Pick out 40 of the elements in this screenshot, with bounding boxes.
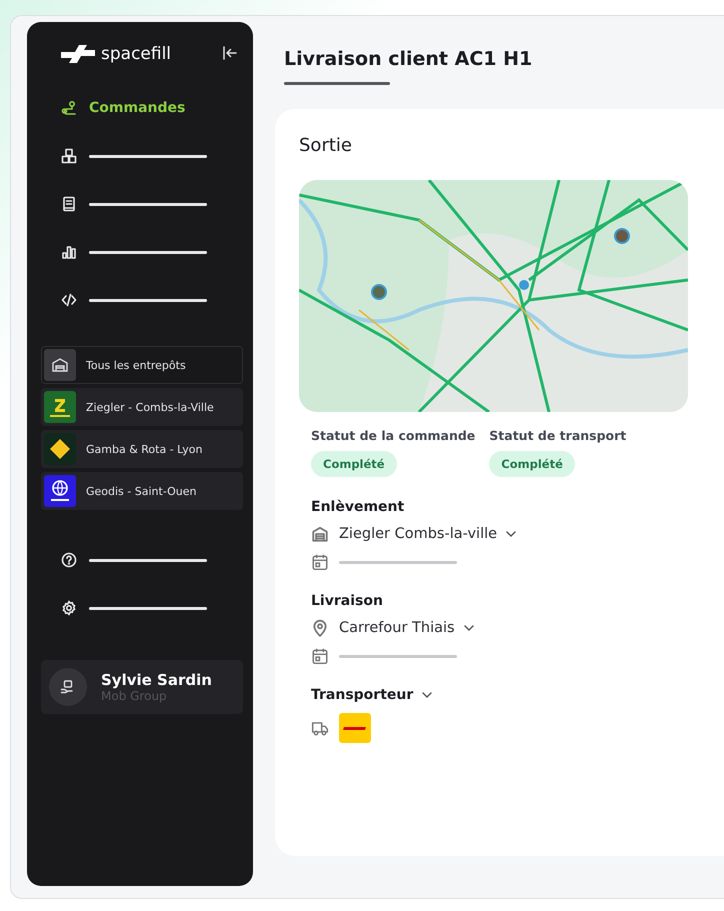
z-logo-icon <box>44 391 76 423</box>
status-label: Statut de la commande <box>311 428 476 443</box>
warehouse-icon <box>311 525 329 543</box>
diamond-logo-icon <box>44 433 76 465</box>
book-icon <box>61 196 77 212</box>
status-badge: Complété <box>311 451 397 477</box>
logo-icon <box>61 45 95 63</box>
section-heading: Enlèvement <box>311 499 406 515</box>
settings-icon <box>61 600 77 616</box>
carrier-dropdown[interactable]: Transporteur <box>311 687 724 703</box>
truck-icon <box>311 719 329 737</box>
page-title: Livraison client AC1 H1 <box>284 48 534 70</box>
warehouse-item[interactable]: Ziegler - Combs-la-Ville <box>41 388 243 426</box>
warehouse-item[interactable]: Tous les entrepôts <box>41 346 243 384</box>
chevron-down-icon <box>505 530 518 538</box>
status-label: Statut de transport <box>489 428 626 443</box>
location-dropdown[interactable]: Carrefour Thiais <box>339 620 475 636</box>
globe-logo-icon <box>44 475 76 507</box>
chevron-down-icon <box>462 624 475 632</box>
chevron-down-icon <box>421 691 434 699</box>
boxes-icon <box>61 148 77 164</box>
calendar-icon <box>311 647 329 665</box>
nav-item[interactable]: Commandes <box>41 84 243 132</box>
warehouse-icon <box>44 349 76 381</box>
carrier-logo-icon <box>339 713 371 743</box>
user-name: Sylvie Sardin <box>101 671 212 689</box>
section-heading: Livraison <box>311 593 384 609</box>
brand-name: spacefill <box>101 44 172 64</box>
status-badge: Complété <box>489 451 575 477</box>
collapse-icon <box>222 45 238 61</box>
code-icon <box>61 292 77 308</box>
warehouse-item[interactable]: Gamba & Rota - Lyon <box>41 430 243 468</box>
card-title: Sortie <box>299 135 353 156</box>
warehouse-item[interactable]: Geodis - Saint-Ouen <box>41 472 243 510</box>
calendar-icon <box>311 553 329 571</box>
route-icon <box>61 100 77 116</box>
location-pin-icon <box>311 619 329 637</box>
location-dropdown[interactable]: Ziegler Combs-la-ville <box>339 526 518 542</box>
help-icon <box>61 552 77 568</box>
bar-chart-icon <box>61 244 77 260</box>
